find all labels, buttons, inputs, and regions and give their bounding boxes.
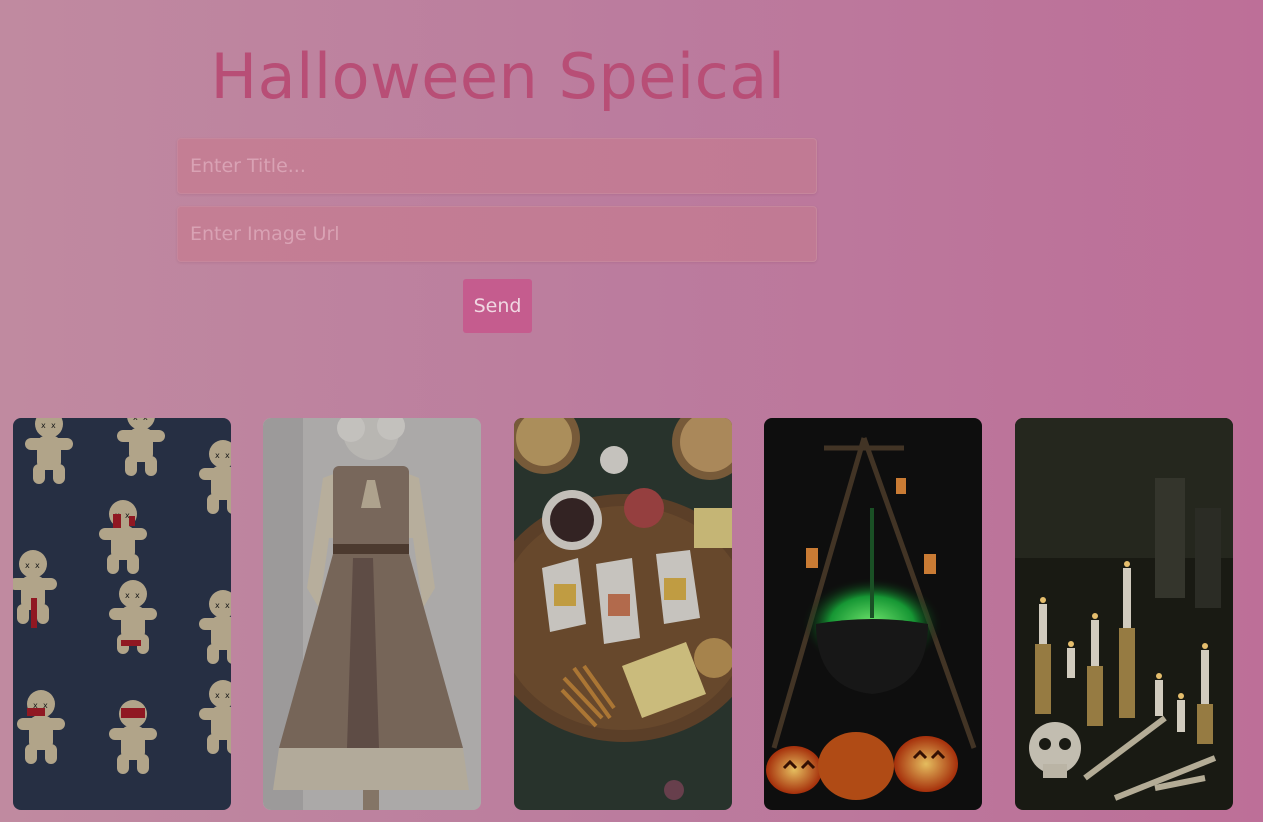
title-input[interactable] — [177, 138, 817, 194]
cauldron-pumpkins-image — [764, 418, 982, 810]
snack-board-image — [514, 418, 732, 810]
gallery-card-cookies[interactable]: x x — [13, 418, 231, 810]
gallery-card-snacks[interactable] — [514, 418, 732, 810]
gallery-card-dress[interactable] — [263, 418, 481, 810]
page-title: Halloween Speical — [210, 40, 786, 113]
vintage-dress-image — [263, 418, 481, 810]
gingerbread-cookies-image: x x — [13, 418, 231, 810]
image-url-input[interactable] — [177, 206, 817, 262]
send-button[interactable]: Send — [463, 279, 532, 333]
gallery-card-cauldron[interactable] — [764, 418, 982, 810]
gallery-card-candles[interactable] — [1015, 418, 1233, 810]
skull-candles-image — [1015, 418, 1233, 810]
